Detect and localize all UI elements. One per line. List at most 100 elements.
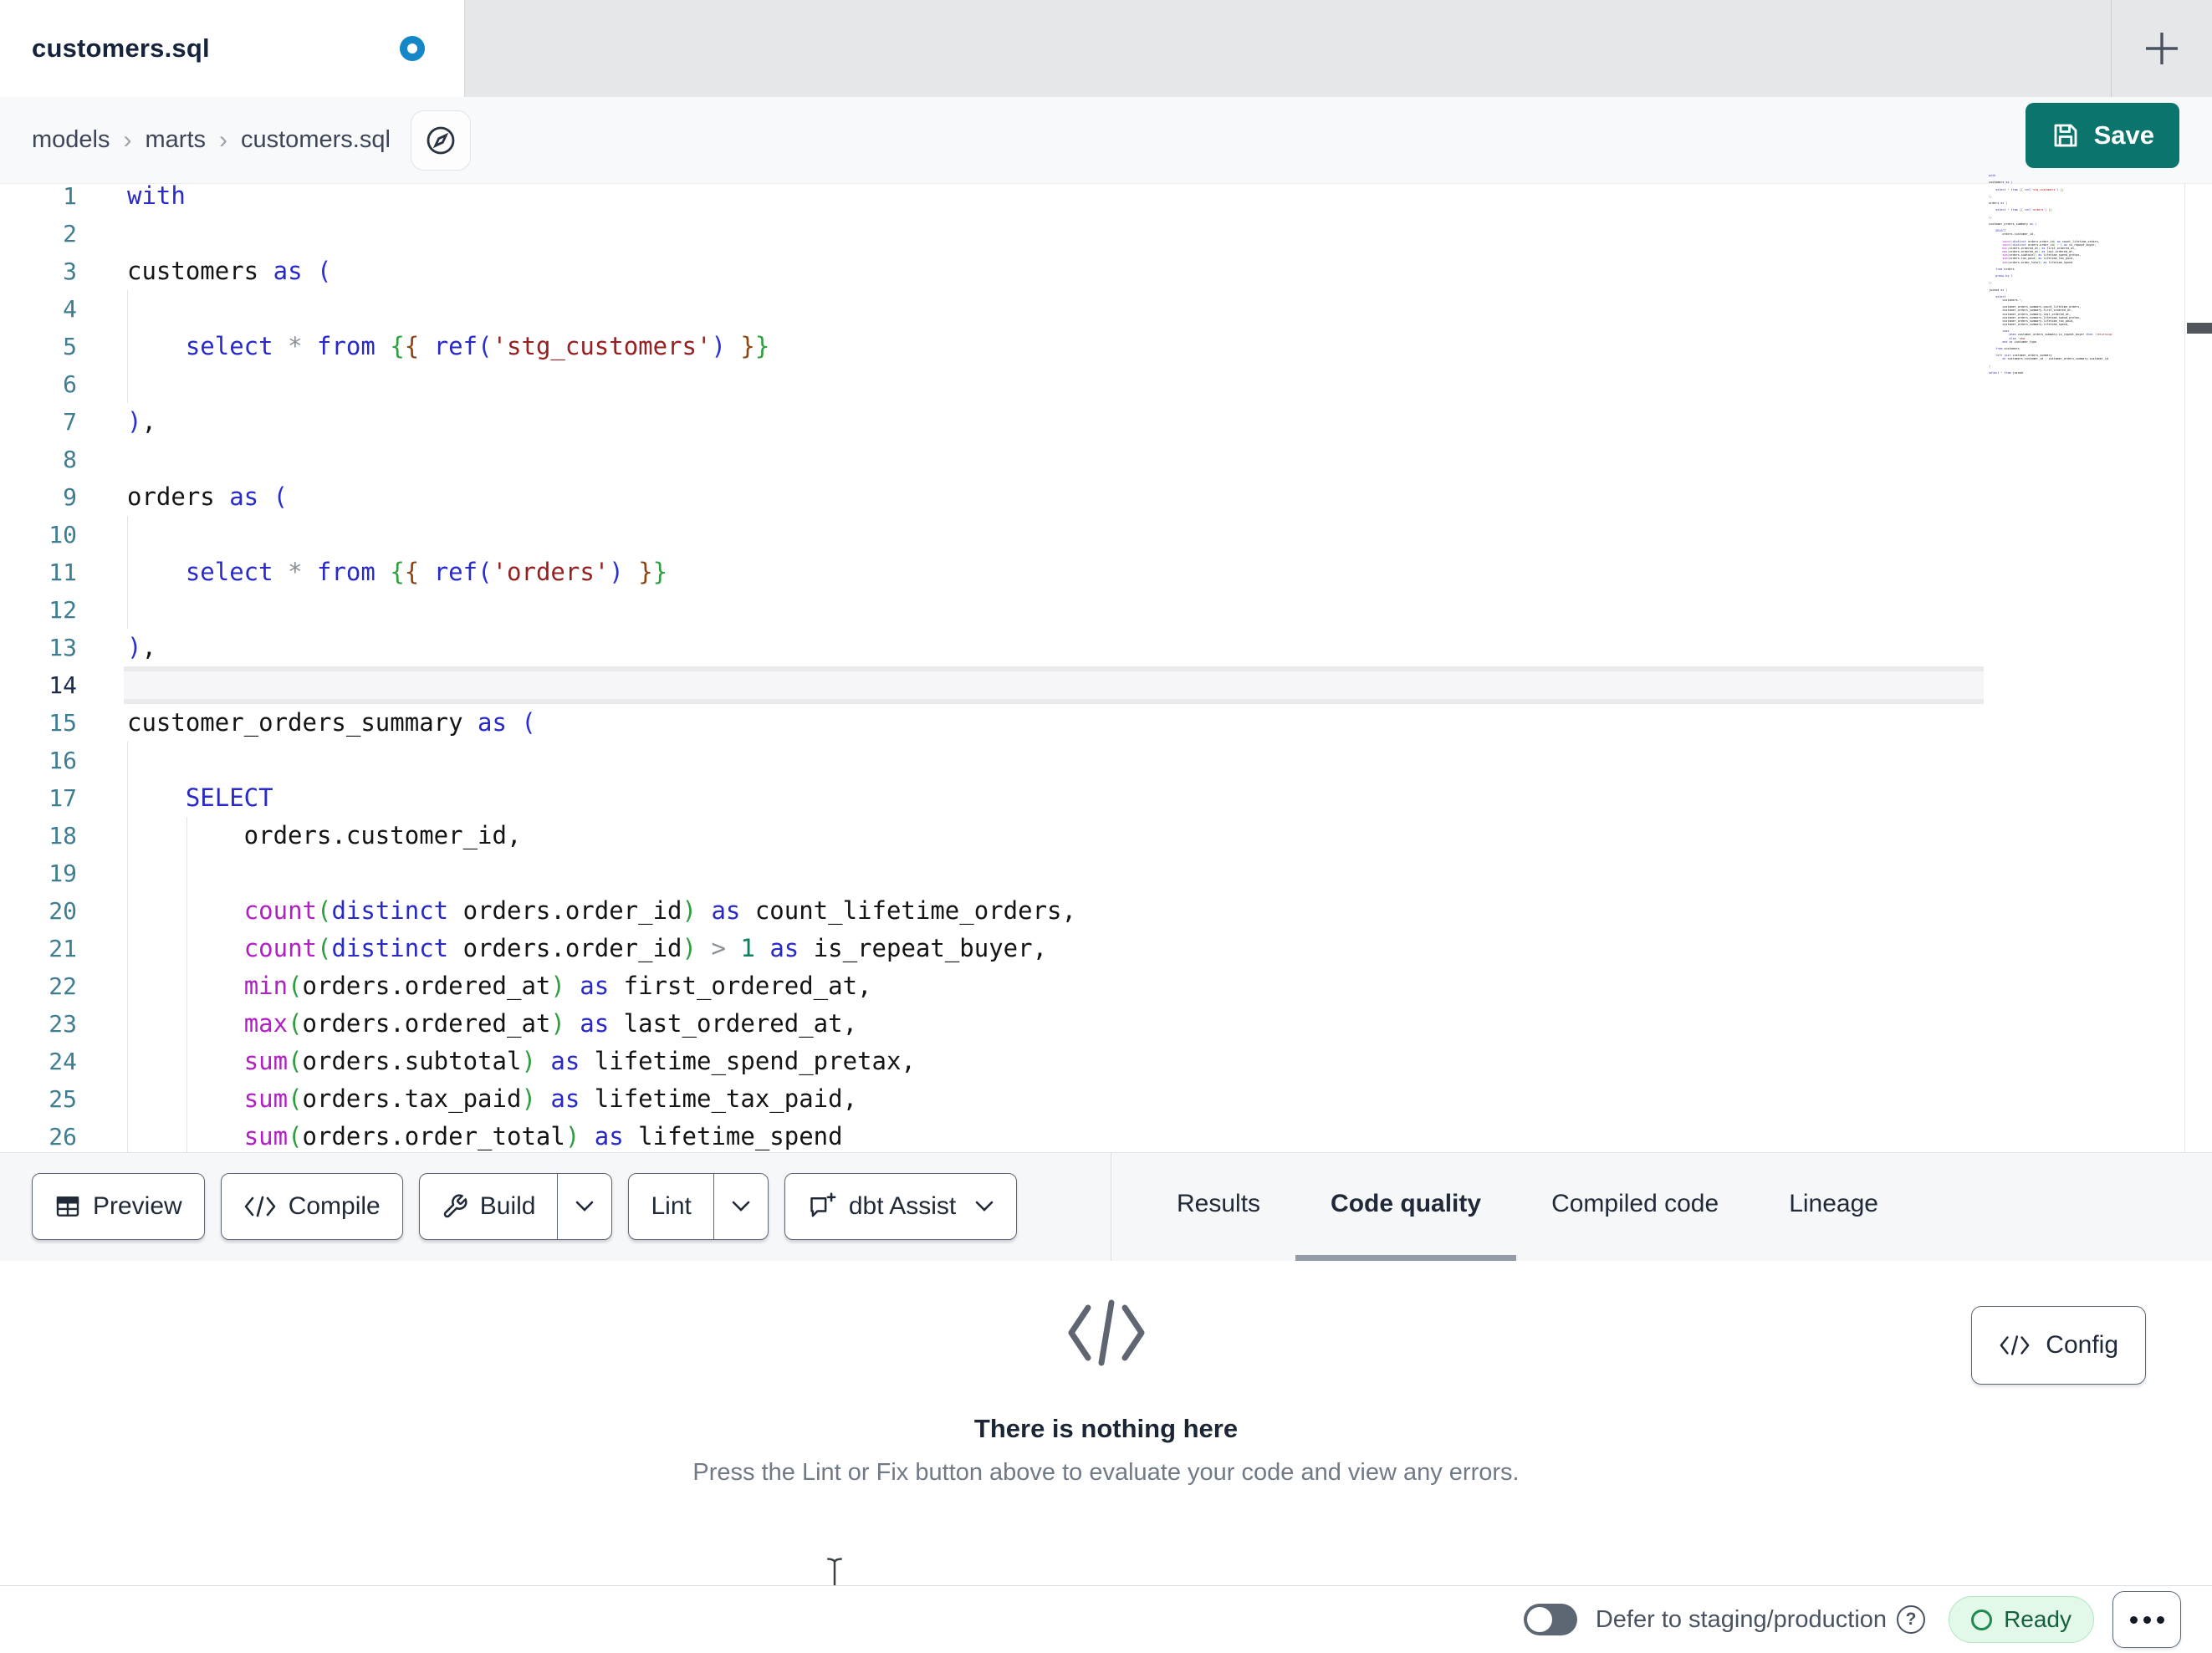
toggle-knob [1526,1607,1552,1632]
empty-state-description: Press the Lint or Fix button above to ev… [692,1459,1520,1486]
status-label: Ready [2004,1606,2072,1632]
unsaved-changes-dot-icon [400,36,425,61]
defer-toggle[interactable] [1523,1604,1577,1635]
code-line[interactable]: 12 [0,591,2212,629]
breadcrumb-separator: › [219,125,227,154]
line-number: 13 [49,634,77,661]
lint-label: Lint [651,1192,692,1220]
line-number: 17 [49,784,77,812]
tab-compiled-code[interactable]: Compiled code [1516,1153,1754,1262]
code-line[interactable]: 18 orders.customer_id, [0,817,2212,855]
save-button[interactable]: Save [2025,103,2179,168]
dbt-assist-button[interactable]: dbt Assist [784,1173,1018,1240]
code-line[interactable]: 22 min(orders.ordered_at) as first_order… [0,967,2212,1005]
tab-bar: customers.sql [0,0,2212,97]
wrench-icon [442,1193,468,1220]
lint-dropdown[interactable] [713,1174,768,1239]
code-line[interactable]: 4 [0,290,2212,328]
code-line[interactable]: 1 with [0,184,2212,215]
code-line[interactable]: 3 customers as ( [0,253,2212,290]
code-editor[interactable]: 1 with 2 3 customers as ( 4 5 select * from {{… [0,184,2212,1152]
lint-button[interactable]: Lint [628,1173,769,1240]
tab-results[interactable]: Results [1142,1153,1295,1262]
code-line[interactable]: 24 sum(orders.subtotal) as lifetime_spen… [0,1043,2212,1080]
ide-status-badge[interactable]: Ready [1949,1596,2094,1643]
line-number: 6 [63,370,77,398]
breadcrumb-marts[interactable]: marts [146,126,207,154]
compile-button[interactable]: Compile [220,1173,403,1240]
tab-customers-sql[interactable]: customers.sql [0,0,465,97]
status-bar: Defer to staging/production ? Ready [0,1585,2212,1653]
panel-tabs: Results Code quality Compiled code Linea… [1111,1153,2212,1262]
build-main[interactable]: Build [420,1174,558,1239]
code-line[interactable]: 2 [0,215,2212,253]
line-number: 24 [49,1048,77,1075]
code-line[interactable]: 13), [0,629,2212,666]
tab-code-quality[interactable]: Code quality [1295,1153,1517,1262]
code-slash-icon [1065,1296,1148,1370]
code-line[interactable]: 8 [0,441,2212,478]
help-icon[interactable]: ? [1897,1605,1926,1634]
code-line[interactable]: 21 count(distinct orders.order_id) > 1 a… [0,930,2212,967]
build-button[interactable]: Build [418,1173,613,1240]
code-line[interactable]: 16 [0,742,2212,779]
status-ring-icon [1971,1609,1993,1630]
assist-sparkle-chat-icon [807,1191,837,1222]
line-number: 7 [63,408,77,436]
line-number: 4 [63,295,77,323]
line-number: 8 [63,446,77,473]
breadcrumb-separator: › [123,125,132,154]
compile-label: Compile [288,1192,381,1220]
breadcrumb-file: customers.sql [241,126,391,153]
editor-scrollbar-thumb[interactable] [2187,323,2212,334]
code-line[interactable]: 23 max(orders.ordered_at) as last_ordere… [0,1005,2212,1043]
code-line[interactable]: 15 customer_orders_summary as ( [0,704,2212,742]
line-number: 19 [49,860,77,887]
line-number: 1 [63,184,77,210]
preview-button[interactable]: Preview [32,1173,205,1240]
line-number: 18 [49,822,77,849]
line-number: 23 [49,1010,77,1038]
code-line[interactable]: 7), [0,403,2212,441]
editor-toolbar: Preview Compile Build Lint dbt Assist Re… [0,1152,2212,1262]
code-line[interactable]: 17 SELECT [0,779,2212,817]
line-number: 26 [49,1123,77,1150]
code-lines: 1 with 2 3 customers as ( 4 5 select * from {{… [0,184,2212,1152]
line-number: 11 [49,559,77,586]
lint-main[interactable]: Lint [629,1174,713,1239]
results-panel: There is nothing here Press the Lint or … [0,1261,2212,1585]
breadcrumb-models[interactable]: models [32,126,110,154]
code-line[interactable]: 19 [0,855,2212,892]
plus-icon [2143,29,2181,68]
empty-state: There is nothing here Press the Lint or … [0,1296,2212,1487]
code-line[interactable]: 14 [0,666,2212,704]
save-label: Save [2093,120,2154,150]
config-button[interactable]: Config [1971,1306,2146,1385]
tab-lineage[interactable]: Lineage [1754,1153,1913,1262]
breadcrumb-row: models › marts › customers.sql [0,97,2212,184]
code-line[interactable]: 9 orders as ( [0,478,2212,516]
code-line[interactable]: 10 [0,516,2212,554]
compass-icon [424,124,457,157]
tab-title: customers.sql [32,33,210,63]
build-dropdown[interactable] [557,1174,611,1239]
code-line[interactable]: 11 select * from {{ ref('orders') }} [0,554,2212,591]
empty-state-title: There is nothing here [973,1414,1239,1443]
line-number: 12 [49,596,77,624]
code-line[interactable]: 6 [0,365,2212,403]
new-tab-button[interactable] [2112,0,2212,97]
table-icon [54,1193,81,1220]
line-number: 20 [49,897,77,925]
build-label: Build [479,1192,536,1220]
code-line[interactable]: 20 count(distinct orders.order_id) as co… [0,892,2212,930]
explore-lineage-button[interactable] [410,110,471,171]
minimap[interactable]: with customers as ( select * from {{ ref(… [1989,174,2181,378]
code-line[interactable]: 5 select * from {{ ref('stg_customers') … [0,328,2212,365]
line-number: 25 [49,1085,77,1113]
assist-label: dbt Assist [848,1192,957,1220]
code-line[interactable]: 25 sum(orders.tax_paid) as lifetime_tax_… [0,1080,2212,1118]
code-line[interactable]: 26 sum(orders.order_total) as lifetime_s… [0,1118,2212,1152]
line-number: 15 [49,709,77,737]
preview-label: Preview [93,1192,182,1220]
more-options-button[interactable] [2112,1591,2181,1648]
